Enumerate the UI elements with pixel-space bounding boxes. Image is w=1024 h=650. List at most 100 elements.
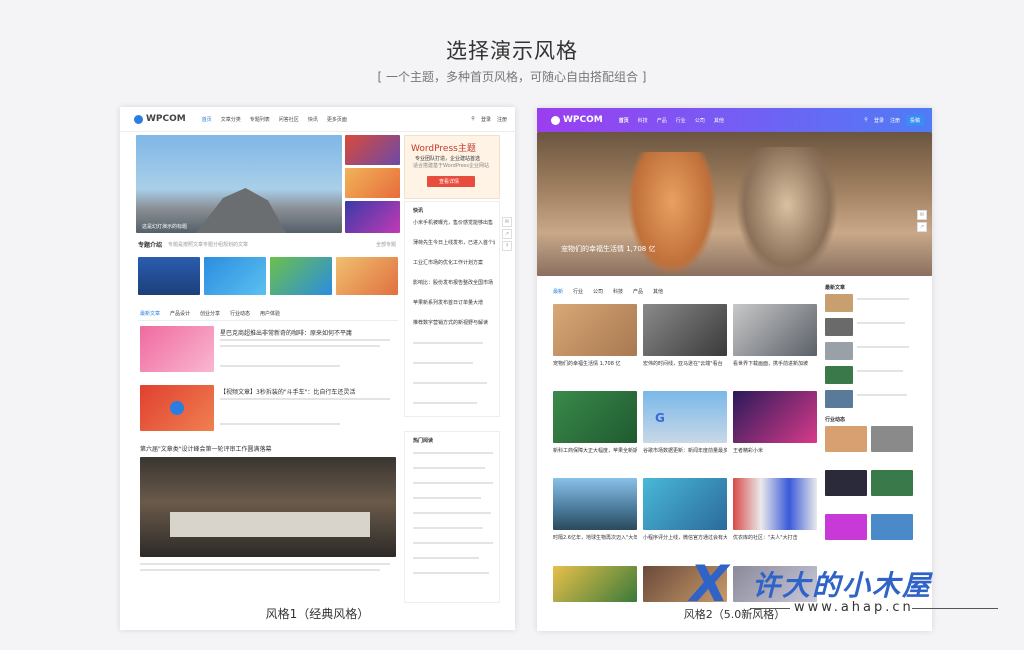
tab-tech[interactable]: 科技 — [613, 288, 623, 295]
share-icon[interactable]: ↗ — [917, 222, 927, 232]
grid-card-image[interactable] — [553, 391, 637, 443]
style1-logo[interactable]: WPCOM — [134, 114, 186, 124]
style2-nav-company[interactable]: 公司 — [695, 117, 705, 124]
style1-slider-thumb[interactable] — [345, 201, 400, 233]
sidebar-thumb[interactable] — [871, 514, 913, 540]
news-item[interactable]: 薄荷先生今日上线发布，已进入首个城市 — [413, 239, 495, 246]
sidebar-thumb[interactable] — [825, 366, 853, 384]
style1-nav-categories[interactable]: 文章分类 — [221, 116, 241, 123]
style2-nav-tech[interactable]: 科技 — [638, 117, 648, 124]
tab-product[interactable]: 产品 — [633, 288, 643, 295]
article-large-image[interactable] — [140, 457, 396, 557]
style2-register-link[interactable]: 注册 — [890, 117, 900, 124]
play-icon[interactable] — [170, 401, 184, 415]
style2-login-link[interactable]: 登录 — [874, 117, 884, 124]
grid-card-image[interactable] — [553, 478, 637, 530]
grid-card-image[interactable] — [553, 566, 637, 602]
style1-nav-news[interactable]: 快讯 — [308, 116, 318, 123]
style1-ad-banner[interactable]: WordPress主题 专业团队打造，企业建站首选 适合搭建基于WordPres… — [404, 135, 500, 199]
article-title[interactable]: 【视频文章】3秒拆装的"斗手车"：比自行车还灵活 — [220, 387, 355, 396]
news-item[interactable]: 苹果新系列发布首日订单量大增 — [413, 299, 495, 306]
logo-icon — [551, 115, 560, 125]
grid-card-caption[interactable]: 王者精彩小米 — [733, 447, 817, 454]
grid-card-caption[interactable]: 新科工商保障大正大幅度，苹果全新期望明显提升 — [553, 447, 637, 454]
topic-card[interactable] — [204, 257, 266, 295]
watermark-url: www.ahap.cn — [794, 600, 914, 615]
sidebar-thumb[interactable] — [825, 514, 867, 540]
style2-preview-card[interactable]: WPCOM 首页 科技 产品 行业 公司 其他 ⚲ 登录 注册 投稿 宠物们的幸… — [537, 108, 932, 631]
style1-register-link[interactable]: 注册 — [497, 116, 507, 123]
grid-card-caption[interactable]: 谷歌市场数据更新：新闻年度前量最多 — [643, 447, 727, 454]
article-title[interactable]: 第六届"文章类"设计峰会第一轮评审工作圆满落幕 — [140, 444, 272, 453]
tab-industry[interactable]: 行业动态 — [230, 310, 250, 317]
grid-card-image[interactable] — [553, 304, 637, 356]
style1-login-link[interactable]: 登录 — [481, 116, 491, 123]
style2-logo[interactable]: WPCOM — [551, 115, 603, 125]
style1-topics-more[interactable]: 全部专题 — [376, 241, 396, 248]
topic-card[interactable] — [336, 257, 398, 295]
style1-ad-button[interactable]: 查看详情 — [427, 176, 475, 187]
article-title[interactable]: 星巴克商超推出非常新奇的咖啡：原来如何不平庸 — [220, 328, 352, 337]
style2-hero-slider[interactable]: 宠物们的幸福生活情 1,708 亿 — [537, 132, 932, 276]
style2-nav-industry[interactable]: 行业 — [676, 117, 686, 124]
grid-card-image[interactable]: G — [643, 391, 727, 443]
search-icon[interactable]: ⚲ — [471, 116, 475, 122]
style2-hero-caption[interactable]: 宠物们的幸福生活情 1,708 亿 — [561, 244, 656, 254]
search-icon[interactable]: ⚲ — [864, 117, 868, 123]
chat-icon[interactable]: ✉ — [502, 217, 512, 227]
sidebar-thumb[interactable] — [825, 470, 867, 496]
topic-card[interactable] — [138, 257, 200, 295]
tab-startup[interactable]: 创业分享 — [200, 310, 220, 317]
style2-post-button[interactable]: 投稿 — [905, 114, 924, 126]
grid-card-caption[interactable]: 看世界下载画面，携手前进新加坡 — [733, 360, 817, 367]
share-icon[interactable]: ↗ — [502, 229, 512, 239]
grid-card-caption[interactable]: 优衣库的社区："夫人"大打击 — [733, 534, 817, 541]
style1-nav-more[interactable]: 更多页面 — [327, 116, 347, 123]
style1-nav-topics[interactable]: 专题列表 — [250, 116, 270, 123]
news-item[interactable]: 工业汇市场的优化工作计划方案 — [413, 259, 495, 266]
sidebar-thumb[interactable] — [825, 294, 853, 312]
tab-latest[interactable]: 最新 — [553, 288, 563, 295]
news-item[interactable]: 推荐数字营销方式的新视野与解读 — [413, 319, 495, 326]
style1-nav-qa[interactable]: 问答社区 — [279, 116, 299, 123]
tab-ux[interactable]: 用户体验 — [260, 310, 280, 317]
grid-card-caption[interactable]: 宠物们的幸福生活情 1,708 亿 — [553, 360, 637, 367]
tab-product-design[interactable]: 产品设计 — [170, 310, 190, 317]
top-icon[interactable]: ↑ — [502, 241, 512, 251]
grid-card-image[interactable] — [643, 478, 727, 530]
style2-nav-other[interactable]: 其他 — [714, 117, 724, 124]
grid-card-caption[interactable]: 时隔2.6亿年，地球生物再次迈入"大年" — [553, 534, 637, 541]
style2-nav-product[interactable]: 产品 — [657, 117, 667, 124]
style1-ad-line1: 专业团队打造，企业建站首选 — [415, 156, 481, 162]
style1-slider-caption[interactable]: 这是幻灯演示的标题 — [142, 223, 187, 230]
topic-card[interactable] — [270, 257, 332, 295]
sidebar-thumb[interactable] — [871, 470, 913, 496]
tab-industry[interactable]: 行业 — [573, 288, 583, 295]
style2-nav-home[interactable]: 首页 — [619, 117, 629, 124]
tab-other[interactable]: 其他 — [653, 288, 663, 295]
chat-icon[interactable]: ✉ — [917, 210, 927, 220]
style1-preview-card[interactable]: WPCOM 首页 文章分类 专题列表 问答社区 快讯 更多页面 ⚲ 登录 注册 … — [120, 107, 515, 630]
grid-card-caption[interactable]: 小程序评分上线，微信官方通过会有大成长的可能 — [643, 534, 727, 541]
grid-card-image[interactable] — [643, 304, 727, 356]
news-item[interactable]: 影响比：股份发布报告整改全国市场 — [413, 279, 495, 286]
style1-slider-thumb[interactable] — [345, 135, 400, 165]
sidebar-thumb[interactable] — [825, 318, 853, 336]
grid-card-caption[interactable]: 宏伟的时间线，亚马逊在"云端"看台 — [643, 360, 727, 367]
grid-card-image[interactable] — [733, 304, 817, 356]
sidebar-thumb[interactable] — [825, 342, 853, 360]
news-item[interactable]: 小米手机被曝光，售价感觉能够出售 — [413, 219, 495, 226]
tab-company[interactable]: 公司 — [593, 288, 603, 295]
style1-slider-thumb[interactable] — [345, 168, 400, 198]
grid-card-image[interactable] — [733, 391, 817, 443]
sidebar-thumb[interactable] — [825, 426, 867, 452]
style1-nav-home[interactable]: 首页 — [202, 116, 212, 123]
grid-card-image[interactable] — [733, 478, 817, 530]
sidebar-thumb[interactable] — [871, 426, 913, 452]
style1-main-slider[interactable]: 这是幻灯演示的标题 — [136, 135, 342, 233]
article-thumb[interactable] — [140, 385, 214, 431]
google-logo: G — [655, 411, 665, 425]
tab-latest[interactable]: 最新文章 — [140, 310, 160, 317]
sidebar-thumb[interactable] — [825, 390, 853, 408]
article-thumb[interactable] — [140, 326, 214, 372]
